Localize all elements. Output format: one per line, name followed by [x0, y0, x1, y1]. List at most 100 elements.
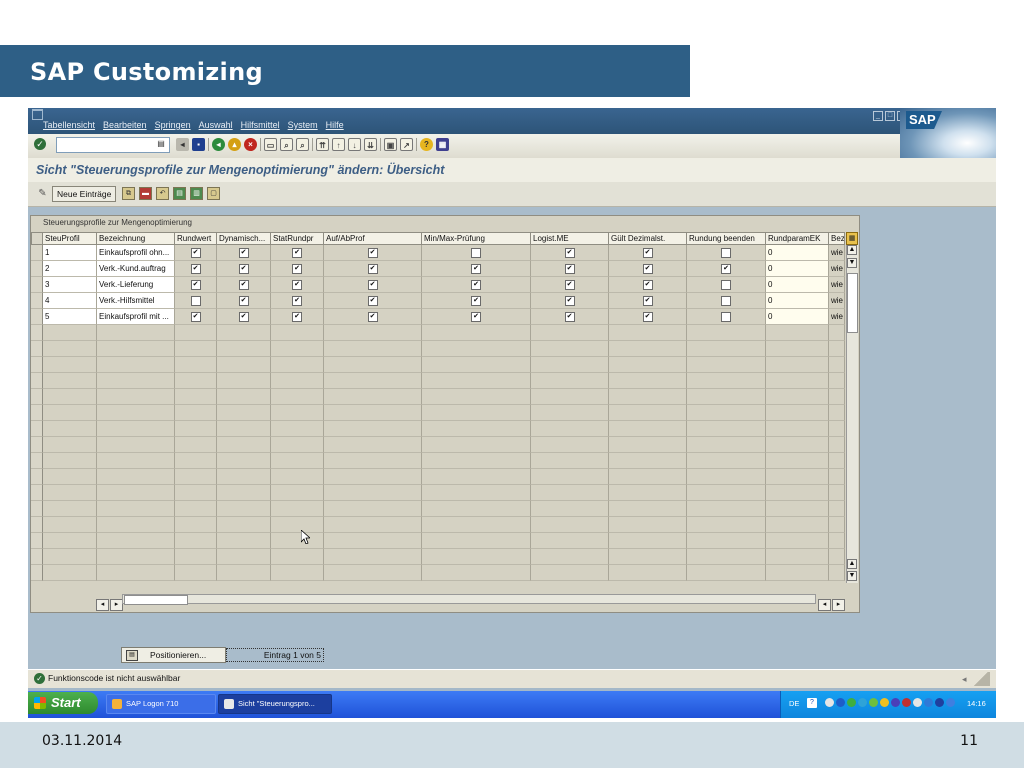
- vertical-scrollbar[interactable]: ▲ ▼ ▲ ▼: [846, 245, 858, 583]
- column-header[interactable]: Dynamisch...: [217, 232, 271, 245]
- rundung-checkbox[interactable]: [721, 311, 731, 322]
- tray-app-icon[interactable]: [902, 698, 911, 707]
- deselect-all-icon[interactable]: ▢: [207, 187, 220, 200]
- tray-app-icon[interactable]: [946, 698, 955, 707]
- row-selector[interactable]: [31, 373, 43, 389]
- table-settings-icon[interactable]: ▦: [846, 232, 858, 245]
- statrundpr-checkbox[interactable]: ✔: [292, 263, 302, 274]
- exit-icon[interactable]: ▴: [228, 138, 241, 151]
- logist-checkbox[interactable]: ✔: [564, 263, 575, 274]
- aufab-checkbox[interactable]: ✔: [367, 247, 378, 258]
- delete-icon[interactable]: ▬: [139, 187, 152, 200]
- row-selector[interactable]: [31, 245, 43, 261]
- copy-as-icon[interactable]: ⧉: [122, 187, 135, 200]
- menu-item[interactable]: Hilfe: [326, 120, 344, 130]
- enter-icon[interactable]: ✓: [34, 138, 46, 150]
- row-selector[interactable]: [31, 533, 43, 549]
- minimize-icon[interactable]: _: [873, 111, 883, 121]
- menu-item[interactable]: Bearbeiten: [103, 120, 147, 130]
- tray-app-icon[interactable]: [880, 698, 889, 707]
- status-toggle-icon[interactable]: ◂: [962, 674, 967, 685]
- statrundpr-checkbox[interactable]: ✔: [292, 279, 302, 290]
- column-header[interactable]: StatRundpr: [271, 232, 324, 245]
- logist-checkbox[interactable]: ✔: [564, 295, 575, 306]
- column-header[interactable]: Logist.ME: [531, 232, 609, 245]
- gueltdez-checkbox[interactable]: ✔: [642, 247, 653, 258]
- row-selector[interactable]: [31, 293, 43, 309]
- tray-app-icon[interactable]: [924, 698, 933, 707]
- scroll-left-icon[interactable]: ◂: [818, 599, 831, 611]
- menu-item[interactable]: Auswahl: [199, 120, 233, 130]
- rundwert-checkbox[interactable]: ✔: [190, 247, 201, 258]
- rundung-checkbox[interactable]: [721, 247, 731, 258]
- command-field[interactable]: [56, 137, 170, 153]
- statrundpr-checkbox[interactable]: ✔: [292, 247, 302, 258]
- column-header[interactable]: Bezeichnung: [97, 232, 175, 245]
- column-header[interactable]: Auf/AbProf: [324, 232, 422, 245]
- aufab-checkbox[interactable]: ✔: [367, 263, 378, 274]
- rundung-checkbox[interactable]: [721, 295, 731, 306]
- row-selector[interactable]: [31, 341, 43, 357]
- rundparamek-cell[interactable]: 0: [766, 245, 829, 261]
- scroll-page-down-icon[interactable]: ▼: [847, 571, 857, 581]
- scroll-page-up-icon[interactable]: ▲: [847, 559, 857, 569]
- new-entries-button[interactable]: Neue Einträge: [52, 186, 117, 202]
- rundparamek-cell[interactable]: 0: [766, 293, 829, 309]
- aufab-checkbox[interactable]: ✔: [367, 279, 378, 290]
- tray-app-icon[interactable]: [891, 698, 900, 707]
- row-selector[interactable]: [31, 357, 43, 373]
- rundwert-checkbox[interactable]: ✔: [190, 311, 201, 322]
- new-session-icon[interactable]: ▣: [384, 138, 397, 151]
- logist-checkbox[interactable]: ✔: [564, 247, 575, 258]
- menu-item[interactable]: Tabellensicht: [43, 120, 95, 130]
- cancel-icon[interactable]: ×: [244, 138, 257, 151]
- column-header[interactable]: RundparamEK: [766, 232, 829, 245]
- task-sap-logon[interactable]: SAP Logon 710: [106, 694, 216, 714]
- dynamisch-checkbox[interactable]: ✔: [238, 247, 249, 258]
- column-header[interactable]: Bez: [829, 232, 845, 245]
- rundparamek-cell[interactable]: 0: [766, 309, 829, 325]
- rundung-checkbox[interactable]: ✔: [721, 263, 731, 274]
- horizontal-scrollbar[interactable]: [122, 594, 816, 605]
- minmax-checkbox[interactable]: ✔: [471, 295, 481, 306]
- gueltdez-checkbox[interactable]: ✔: [642, 263, 653, 274]
- tray-app-icon[interactable]: [836, 698, 845, 707]
- select-all-icon[interactable]: ▤: [173, 187, 186, 200]
- column-header[interactable]: Rundwert: [175, 232, 217, 245]
- row-selector[interactable]: [31, 309, 43, 325]
- rundwert-checkbox[interactable]: [190, 295, 201, 306]
- row-selector[interactable]: [31, 421, 43, 437]
- column-header[interactable]: Gült Dezimalst.: [609, 232, 687, 245]
- find-next-icon[interactable]: ⌕: [296, 138, 309, 151]
- column-header[interactable]: Rundung beenden: [687, 232, 766, 245]
- shortcut-icon[interactable]: ↗: [400, 138, 413, 151]
- logist-checkbox[interactable]: ✔: [564, 279, 575, 290]
- back-icon[interactable]: ◂: [212, 138, 225, 151]
- statrundpr-checkbox[interactable]: ✔: [292, 295, 302, 306]
- scroll-left-icon[interactable]: ◂: [96, 599, 109, 611]
- logist-checkbox[interactable]: ✔: [564, 311, 575, 322]
- display-change-icon[interactable]: ✎: [36, 187, 49, 200]
- tray-help-icon[interactable]: ?: [807, 698, 817, 708]
- aufab-checkbox[interactable]: ✔: [367, 295, 378, 306]
- row-selector[interactable]: [31, 469, 43, 485]
- menu-item[interactable]: System: [288, 120, 318, 130]
- row-selector[interactable]: [31, 437, 43, 453]
- vertical-scroll-thumb[interactable]: [847, 273, 858, 333]
- row-selector[interactable]: [31, 261, 43, 277]
- row-selector[interactable]: [31, 501, 43, 517]
- next-page-icon[interactable]: ↓: [348, 138, 361, 151]
- help-icon[interactable]: ?: [420, 138, 433, 151]
- tray-app-icon[interactable]: [913, 698, 922, 707]
- previous-page-icon[interactable]: ↑: [332, 138, 345, 151]
- resize-grip[interactable]: [972, 672, 990, 686]
- system-menu-icon[interactable]: [32, 109, 43, 120]
- tray-app-icon[interactable]: [825, 698, 834, 707]
- print-icon[interactable]: ▭: [264, 138, 277, 151]
- gueltdez-checkbox[interactable]: ✔: [642, 311, 653, 322]
- tray-app-icon[interactable]: [847, 698, 856, 707]
- rundwert-checkbox[interactable]: ✔: [190, 263, 201, 274]
- dynamisch-checkbox[interactable]: ✔: [238, 279, 249, 290]
- menu-item[interactable]: Springen: [155, 120, 191, 130]
- row-selector[interactable]: [31, 325, 43, 341]
